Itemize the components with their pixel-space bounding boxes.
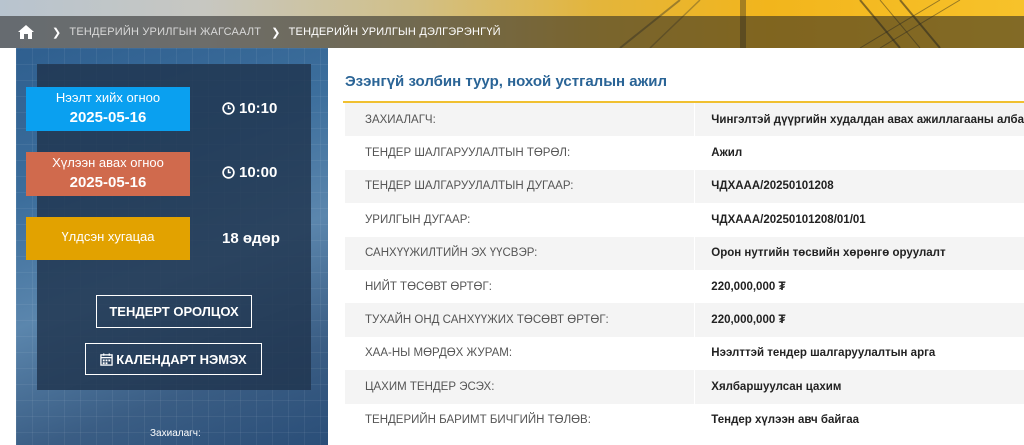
clock-icon [222, 166, 235, 179]
table-row: ХАА-НЫ МӨРДӨХ ЖУРАМ: Нээлттэй тендер шал… [345, 336, 1024, 371]
detail-key: ЗАХИАЛАГЧ: [345, 103, 695, 137]
opening-time-value: 10:10 [239, 100, 278, 117]
detail-key: ТЕНДЕР ШАЛГАРУУЛАЛТЫН ДУГААР: [345, 169, 695, 204]
clock-icon [222, 102, 235, 115]
table-row: ЗАХИАЛАГЧ: Чингэлтэй дүүргийн худалдан а… [345, 103, 1024, 137]
calendar-icon [100, 352, 114, 366]
detail-value: Ажил [694, 136, 1024, 170]
detail-key: ТУХАЙН ОНД САНХҮҮЖИХ ТӨСӨВТ ӨРТӨГ: [345, 303, 695, 337]
detail-key: ХАА-НЫ МӨРДӨХ ЖУРАМ: [345, 336, 695, 371]
detail-key: НИЙТ ТӨСӨВТ ӨРТӨГ: [345, 269, 695, 304]
detail-value: Орон нутгийн төсвийн хөрөнгө оруулалт [694, 236, 1024, 270]
detail-key: ЦАХИМ ТЕНДЕР ЭСЭХ: [345, 370, 695, 404]
closing-time: 10:00 [222, 164, 277, 181]
home-icon[interactable] [18, 25, 34, 39]
tender-details-table: ЗАХИАЛАГЧ: Чингэлтэй дүүргийн худалдан а… [345, 103, 1024, 437]
table-row: УРИЛГЫН ДУГААР: ЧДХААА/20250101208/01/01 [345, 203, 1024, 237]
detail-key: ТЕНДЕР ШАЛГАРУУЛАЛТЫН ТӨРӨЛ: [345, 136, 695, 170]
closing-time-value: 10:00 [239, 164, 278, 181]
join-tender-button[interactable]: ТЕНДЕРТ ОРОЛЦОХ [96, 295, 252, 328]
opening-time: 10:10 [222, 100, 277, 117]
closing-date-label: Хүлээн авах огноо [52, 155, 164, 170]
opening-date-value: 2025-05-16 [69, 109, 147, 126]
breadcrumb: ❯ ТЕНДЕРИЙН УРИЛГЫН ЖАГСААЛТ ❯ ТЕНДЕРИЙН… [18, 16, 501, 48]
breadcrumb-tender-list[interactable]: ТЕНДЕРИЙН УРИЛГЫН ЖАГСААЛТ [69, 26, 261, 38]
table-row: ТЕНДЕР ШАЛГАРУУЛАЛТЫН ДУГААР: ЧДХААА/202… [345, 169, 1024, 204]
detail-value: 220,000,000 ₮ [694, 269, 1024, 304]
remaining-time-label: Үлдсэн хугацаа [61, 229, 155, 244]
table-row: ТЕНДЕРИЙН БАРИМТ БИЧГИЙН ТӨЛӨВ: Тендер х… [345, 403, 1024, 437]
remaining-time-value: 18 өдөр [222, 230, 280, 247]
detail-value: ЧДХААА/20250101208 [694, 169, 1024, 204]
detail-value: ЧДХААА/20250101208/01/01 [694, 203, 1024, 237]
table-row: САНХҮҮЖИЛТИЙН ЭХ ҮҮСВЭР: Орон нутгийн тө… [345, 236, 1024, 270]
detail-key: ТЕНДЕРИЙН БАРИМТ БИЧГИЙН ТӨЛӨВ: [345, 403, 695, 437]
detail-value: Хялбаршуулсан цахим [694, 370, 1024, 404]
add-to-calendar-label: КАЛЕНДАРТ НЭМЭХ [116, 351, 247, 367]
header-banner: ❯ ТЕНДЕРИЙН УРИЛГЫН ЖАГСААЛТ ❯ ТЕНДЕРИЙН… [0, 0, 1024, 48]
chevron-right-icon: ❯ [52, 26, 62, 39]
detail-value: Тендер хүлээн авч байгаа [694, 403, 1024, 437]
table-row: ЦАХИМ ТЕНДЕР ЭСЭХ: Хялбаршуулсан цахим [345, 370, 1024, 404]
table-row: НИЙТ ТӨСӨВТ ӨРТӨГ: 220,000,000 ₮ [345, 269, 1024, 304]
detail-value: 220,000,000 ₮ [694, 303, 1024, 337]
sidebar-customer-label: Захиалагч: [150, 428, 201, 439]
breadcrumb-tender-detail[interactable]: ТЕНДЕРИЙН УРИЛГЫН ДЭЛГЭРЭНГҮЙ [289, 26, 501, 38]
add-to-calendar-button[interactable]: КАЛЕНДАРТ НЭМЭХ [85, 343, 262, 375]
detail-value: Чингэлтэй дүүргийн худалдан авах ажиллаг… [694, 103, 1024, 137]
chevron-right-icon: ❯ [271, 26, 281, 39]
closing-date-badge: Хүлээн авах огноо 2025-05-16 [26, 152, 190, 196]
detail-key: УРИЛГЫН ДУГААР: [345, 203, 695, 237]
table-row: ТУХАЙН ОНД САНХҮҮЖИХ ТӨСӨВТ ӨРТӨГ: 220,0… [345, 303, 1024, 337]
opening-date-label: Нээлт хийх огноо [55, 90, 161, 105]
detail-value: Нээлттэй тендер шалгаруулалтын арга [694, 336, 1024, 371]
remaining-time-badge: Үлдсэн хугацаа [26, 217, 190, 260]
closing-date-value: 2025-05-16 [69, 174, 147, 191]
table-row: ТЕНДЕР ШАЛГАРУУЛАЛТЫН ТӨРӨЛ: Ажил [345, 136, 1024, 170]
tender-title: Эзэнгүй золбин туур, нохой устгалын ажил [345, 73, 667, 90]
opening-date-badge: Нээлт хийх огноо 2025-05-16 [26, 87, 190, 131]
detail-key: САНХҮҮЖИЛТИЙН ЭХ ҮҮСВЭР: [345, 236, 695, 270]
